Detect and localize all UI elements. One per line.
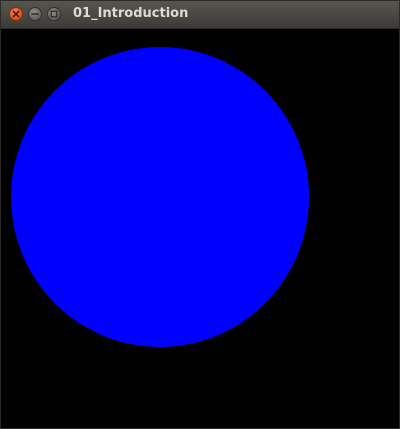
maximize-button[interactable]: [47, 7, 61, 21]
maximize-icon: [50, 10, 58, 18]
app-window: 01_Introduction: [0, 0, 400, 429]
minimize-icon: [31, 13, 39, 15]
title-bar[interactable]: 01_Introduction: [1, 1, 399, 29]
close-icon: [12, 10, 20, 18]
close-button[interactable]: [9, 7, 23, 21]
blue-circle: [11, 47, 309, 347]
minimize-button[interactable]: [28, 7, 42, 21]
window-title: 01_Introduction: [73, 6, 189, 21]
render-canvas[interactable]: [1, 29, 399, 428]
